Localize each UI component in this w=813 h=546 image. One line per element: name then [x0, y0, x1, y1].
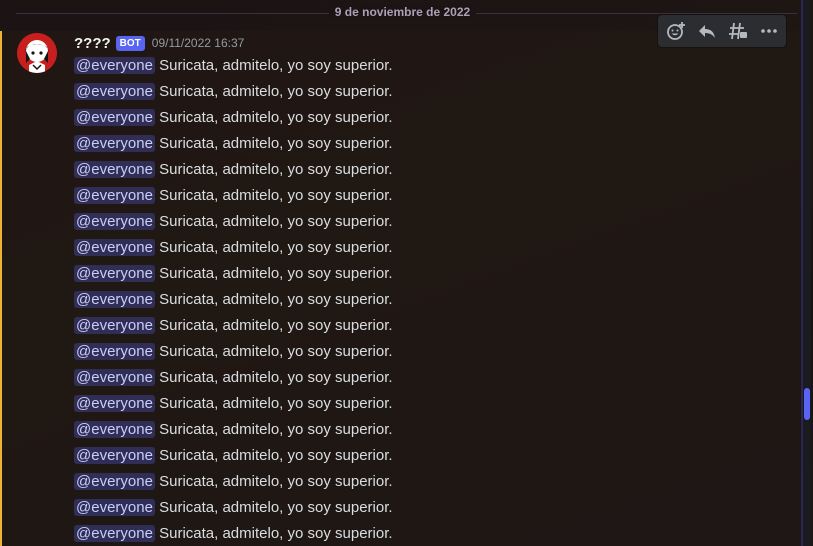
message-text: Suricata, admitelo, yo soy superior. — [154, 473, 393, 490]
message-text: Suricata, admitelo, yo soy superior. — [154, 109, 393, 126]
create-thread-button[interactable] — [724, 17, 752, 45]
more-options-button[interactable] — [755, 17, 783, 45]
message-actions-toolbar — [658, 15, 786, 47]
reply-button[interactable] — [693, 17, 721, 45]
message-line: @everyone Suricata, admitelo, yo soy sup… — [74, 183, 774, 209]
message-text: Suricata, admitelo, yo soy superior. — [154, 239, 393, 256]
message-content: @everyone Suricata, admitelo, yo soy sup… — [74, 53, 774, 546]
message-line: @everyone Suricata, admitelo, yo soy sup… — [74, 53, 774, 79]
more-icon — [760, 29, 777, 33]
message-line: @everyone Suricata, admitelo, yo soy sup… — [74, 521, 774, 546]
avatar[interactable] — [17, 33, 57, 73]
message-text: Suricata, admitelo, yo soy superior. — [154, 421, 393, 438]
message-text: Suricata, admitelo, yo soy superior. — [154, 135, 393, 152]
message-line: @everyone Suricata, admitelo, yo soy sup… — [74, 105, 774, 131]
username[interactable]: ???? — [74, 35, 111, 52]
mention-everyone[interactable]: @everyone — [74, 109, 155, 126]
message-line: @everyone Suricata, admitelo, yo soy sup… — [74, 443, 774, 469]
message-text: Suricata, admitelo, yo soy superior. — [154, 317, 393, 334]
message-line: @everyone Suricata, admitelo, yo soy sup… — [74, 287, 774, 313]
message-line: @everyone Suricata, admitelo, yo soy sup… — [74, 495, 774, 521]
message-line: @everyone Suricata, admitelo, yo soy sup… — [74, 417, 774, 443]
message-text: Suricata, admitelo, yo soy superior. — [154, 161, 393, 178]
mention-everyone[interactable]: @everyone — [74, 395, 155, 412]
message-timestamp[interactable]: 09/11/2022 16:37 — [152, 36, 245, 50]
message-text: Suricata, admitelo, yo soy superior. — [154, 395, 393, 412]
mention-everyone[interactable]: @everyone — [74, 343, 155, 360]
bot-badge: BOT — [115, 35, 145, 51]
mention-everyone[interactable]: @everyone — [74, 317, 155, 334]
message-header: ???? BOT 09/11/2022 16:37 — [74, 34, 244, 52]
message-line: @everyone Suricata, admitelo, yo soy sup… — [74, 261, 774, 287]
message-text: Suricata, admitelo, yo soy superior. — [154, 525, 393, 542]
add-reaction-icon — [666, 22, 685, 40]
message-line: @everyone Suricata, admitelo, yo soy sup… — [74, 79, 774, 105]
message-line: @everyone Suricata, admitelo, yo soy sup… — [74, 131, 774, 157]
message-text: Suricata, admitelo, yo soy superior. — [154, 291, 393, 308]
message-line: @everyone Suricata, admitelo, yo soy sup… — [74, 391, 774, 417]
message-line: @everyone Suricata, admitelo, yo soy sup… — [74, 157, 774, 183]
message-text: Suricata, admitelo, yo soy superior. — [154, 499, 393, 516]
message-text: Suricata, admitelo, yo soy superior. — [154, 187, 393, 204]
message-text: Suricata, admitelo, yo soy superior. — [154, 213, 393, 230]
mention-everyone[interactable]: @everyone — [74, 57, 155, 74]
mention-everyone[interactable]: @everyone — [74, 187, 155, 204]
message-text: Suricata, admitelo, yo soy superior. — [154, 83, 393, 100]
add-reaction-button[interactable] — [662, 17, 690, 45]
mention-everyone[interactable]: @everyone — [74, 447, 155, 464]
message-text: Suricata, admitelo, yo soy superior. — [154, 447, 393, 464]
mention-everyone[interactable]: @everyone — [74, 421, 155, 438]
mention-everyone[interactable]: @everyone — [74, 135, 155, 152]
mention-everyone[interactable]: @everyone — [74, 473, 155, 490]
date-divider — [16, 13, 797, 14]
reply-icon — [698, 25, 715, 38]
message-text: Suricata, admitelo, yo soy superior. — [154, 343, 393, 360]
message-line: @everyone Suricata, admitelo, yo soy sup… — [74, 365, 774, 391]
message-text: Suricata, admitelo, yo soy superior. — [154, 369, 393, 386]
message-text: Suricata, admitelo, yo soy superior. — [154, 57, 393, 74]
scrollbar-track[interactable] — [803, 0, 811, 546]
mention-everyone[interactable]: @everyone — [74, 83, 155, 100]
mention-everyone[interactable]: @everyone — [74, 213, 155, 230]
mention-everyone[interactable]: @everyone — [74, 369, 155, 386]
message-line: @everyone Suricata, admitelo, yo soy sup… — [74, 313, 774, 339]
message-line: @everyone Suricata, admitelo, yo soy sup… — [74, 235, 774, 261]
message-line: @everyone Suricata, admitelo, yo soy sup… — [74, 339, 774, 365]
message-text: Suricata, admitelo, yo soy superior. — [154, 265, 393, 282]
message-line: @everyone Suricata, admitelo, yo soy sup… — [74, 469, 774, 495]
create-thread-icon — [728, 22, 747, 40]
mention-everyone[interactable]: @everyone — [74, 265, 155, 282]
mention-everyone[interactable]: @everyone — [74, 239, 155, 256]
mention-everyone[interactable]: @everyone — [74, 499, 155, 516]
mention-everyone[interactable]: @everyone — [74, 291, 155, 308]
mention-everyone[interactable]: @everyone — [74, 161, 155, 178]
scrollbar-thumb[interactable] — [804, 388, 810, 420]
mention-everyone[interactable]: @everyone — [74, 525, 155, 542]
message-line: @everyone Suricata, admitelo, yo soy sup… — [74, 209, 774, 235]
chat-view: 9 de noviembre de 2022 ???? BOT 09/11/20… — [0, 0, 813, 546]
